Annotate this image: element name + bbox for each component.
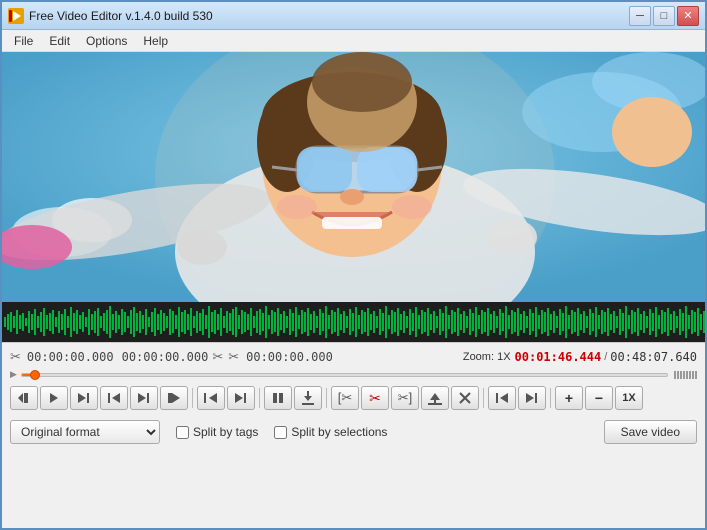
menu-bar: File Edit Options Help www.dvdvideosoft.… (2, 30, 705, 52)
window-controls: ─ □ ✕ (629, 6, 699, 26)
split-by-selections-checkbox[interactable] (274, 426, 287, 439)
zoom-in-button[interactable]: + (555, 386, 583, 410)
menu-options[interactable]: Options (78, 32, 135, 50)
video-area (2, 52, 705, 302)
tick4 (683, 371, 685, 379)
split-by-tags-label: Split by tags (193, 425, 258, 439)
pause-button[interactable] (264, 386, 292, 410)
slider-row: ▶ (10, 369, 697, 380)
goto-end-button[interactable] (160, 386, 188, 410)
bottom-row: Original format MP4 AVI MKV MOV Split by… (10, 418, 697, 444)
controls-area: ✂ 00:00:00.000 00:00:00.000 ✂ ✂ 00:00:00… (2, 342, 705, 448)
menu-help[interactable]: Help (135, 32, 176, 50)
current-time: 00:01:46.444 (515, 350, 602, 364)
menu-edit[interactable]: Edit (41, 32, 78, 50)
next-frame-button[interactable] (130, 386, 158, 410)
tick7 (692, 371, 694, 379)
time-separator: / (604, 351, 607, 363)
prev-frame-button[interactable] (100, 386, 128, 410)
format-select[interactable]: Original format MP4 AVI MKV MOV (10, 420, 160, 444)
minimize-button[interactable]: ─ (629, 6, 651, 26)
play-button[interactable] (40, 386, 68, 410)
menu-file[interactable]: File (6, 32, 41, 50)
maximize-button[interactable]: □ (653, 6, 675, 26)
tick1 (674, 371, 676, 379)
save-video-button[interactable]: Save video (604, 420, 697, 444)
waveform-bar[interactable]: // This won't run in SVG context, genera… (2, 302, 705, 342)
zoom-label: Zoom: 1X (463, 351, 511, 363)
button-row: [✂ ✂ ✂] (10, 386, 697, 410)
cut-end-time: 00:00:00.000 (122, 350, 209, 364)
tick2 (677, 371, 679, 379)
prev-segment-button[interactable] (488, 386, 516, 410)
tick5 (686, 371, 688, 379)
separator3 (326, 388, 327, 408)
cut-start-button[interactable]: [✂ (331, 386, 359, 410)
main-window: Free Video Editor v.1.4.0 build 530 ─ □ … (0, 0, 707, 530)
cut-end-button[interactable]: ✂] (391, 386, 419, 410)
cut-end-icon: ✂ (212, 349, 223, 365)
split-by-selections-label: Split by selections (291, 425, 387, 439)
right-tick-marks (674, 371, 697, 379)
separator4 (483, 388, 484, 408)
tick6 (689, 371, 691, 379)
timeline-slider[interactable] (21, 373, 668, 377)
next-mark-button[interactable] (227, 386, 255, 410)
cut-icon2: ✂ (228, 349, 239, 365)
cut-start-icon: ✂ (10, 349, 21, 365)
waveform-display: // This won't run in SVG context, genera… (2, 302, 705, 342)
separator2 (259, 388, 260, 408)
zoom-out-button[interactable]: − (585, 386, 613, 410)
export-segment-button[interactable] (421, 386, 449, 410)
cut-time2: 00:00:00.000 (246, 350, 333, 364)
separator1 (192, 388, 193, 408)
next-segment-button[interactable] (518, 386, 546, 410)
slider-left-tick: ▶ (10, 369, 17, 380)
window-title: Free Video Editor v.1.4.0 build 530 (29, 9, 629, 23)
split-by-tags-group: Split by tags (176, 425, 258, 439)
app-icon (8, 8, 24, 24)
time-row: ✂ 00:00:00.000 00:00:00.000 ✂ ✂ 00:00:00… (10, 349, 697, 365)
tick3 (680, 371, 682, 379)
title-bar: Free Video Editor v.1.4.0 build 530 ─ □ … (2, 2, 705, 30)
prev-mark-button[interactable] (197, 386, 225, 410)
download-button[interactable] (294, 386, 322, 410)
video-frame (2, 52, 705, 302)
split-by-selections-group: Split by selections (274, 425, 387, 439)
total-time: 00:48:07.640 (610, 350, 697, 364)
close-button[interactable]: ✕ (677, 6, 699, 26)
delete-segment-button[interactable] (451, 386, 479, 410)
scissors-button[interactable]: ✂ (361, 386, 389, 410)
slider-thumb (30, 370, 40, 380)
split-by-tags-checkbox[interactable] (176, 426, 189, 439)
cut-start-time: 00:00:00.000 (27, 350, 114, 364)
goto-start-button[interactable] (10, 386, 38, 410)
play-to-end-button[interactable] (70, 386, 98, 410)
tick8 (695, 371, 697, 379)
zoom-reset-button[interactable]: 1X (615, 386, 643, 410)
separator5 (550, 388, 551, 408)
